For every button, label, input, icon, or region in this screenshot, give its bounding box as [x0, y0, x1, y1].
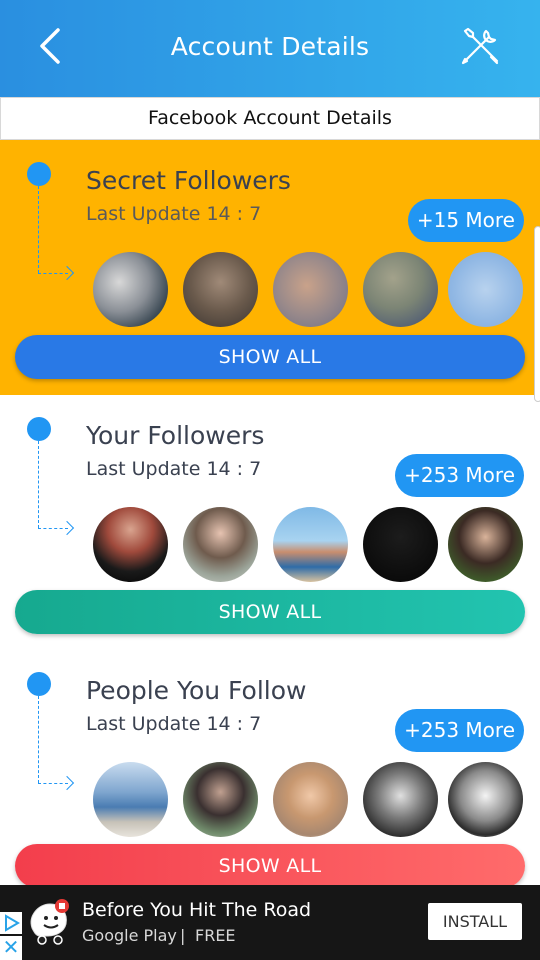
avatar[interactable]	[93, 507, 168, 582]
avatar[interactable]	[363, 762, 438, 837]
show-all-button[interactable]: SHOW ALL	[15, 335, 525, 379]
ad-choices-icon	[5, 914, 20, 932]
avatar[interactable]	[448, 762, 523, 837]
more-count-button[interactable]: +253 More	[395, 709, 524, 752]
avatar[interactable]	[273, 252, 348, 327]
section-title: People You Follow	[86, 676, 307, 705]
scrollbar[interactable]	[534, 226, 540, 402]
last-update-text: Last Update 14 : 7	[86, 458, 262, 480]
last-update-text: Last Update 14 : 7	[86, 203, 262, 225]
ad-info-button[interactable]	[0, 912, 22, 934]
avatar[interactable]	[273, 762, 348, 837]
ad-separator: |	[180, 926, 186, 945]
your-followers-section: Your Followers Last Update 14 : 7 +253 M…	[0, 395, 540, 650]
timeline-dot	[27, 162, 51, 186]
ad-store-label: Google Play	[82, 926, 177, 945]
more-count-button[interactable]: +253 More	[395, 454, 524, 497]
last-update-text: Last Update 14 : 7	[86, 713, 262, 735]
timeline-dot	[27, 672, 51, 696]
avatar[interactable]	[183, 762, 258, 837]
section-title: Secret Followers	[86, 166, 291, 195]
timeline-line	[38, 696, 39, 783]
avatar[interactable]	[363, 252, 438, 327]
waze-logo-icon	[24, 898, 72, 946]
avatar-list	[93, 507, 533, 583]
avatar[interactable]	[183, 252, 258, 327]
avatar[interactable]	[273, 507, 348, 582]
arrow-right-icon	[59, 520, 75, 536]
app-header: Account Details	[0, 0, 540, 97]
section-title: Your Followers	[86, 421, 265, 450]
timeline-line	[38, 441, 39, 528]
timeline-line	[38, 186, 39, 273]
facebook-account-details-bar: Facebook Account Details	[0, 97, 540, 140]
avatar[interactable]	[183, 507, 258, 582]
ad-title: Before You Hit The Road	[82, 899, 312, 921]
ad-price: FREE	[195, 926, 236, 945]
tools-button[interactable]	[458, 24, 504, 68]
avatar-list	[93, 762, 533, 838]
show-all-button[interactable]: SHOW ALL	[15, 844, 525, 888]
secret-followers-section: Secret Followers Last Update 14 : 7 +15 …	[0, 140, 540, 395]
avatar[interactable]	[448, 252, 523, 327]
avatar[interactable]	[93, 762, 168, 837]
tools-icon	[461, 27, 499, 65]
arrow-right-icon	[59, 775, 75, 791]
avatar[interactable]	[448, 507, 523, 582]
ad-close-button[interactable]: ✕	[0, 936, 22, 960]
timeline-dot	[27, 417, 51, 441]
arrow-right-icon	[59, 265, 75, 281]
more-count-button[interactable]: +15 More	[407, 199, 524, 242]
avatar-list	[93, 252, 533, 328]
install-button[interactable]: INSTALL	[428, 903, 522, 940]
show-all-button[interactable]: SHOW ALL	[15, 590, 525, 634]
avatar[interactable]	[93, 252, 168, 327]
avatar[interactable]	[363, 507, 438, 582]
people-you-follow-section: People You Follow Last Update 14 : 7 +25…	[0, 650, 540, 905]
